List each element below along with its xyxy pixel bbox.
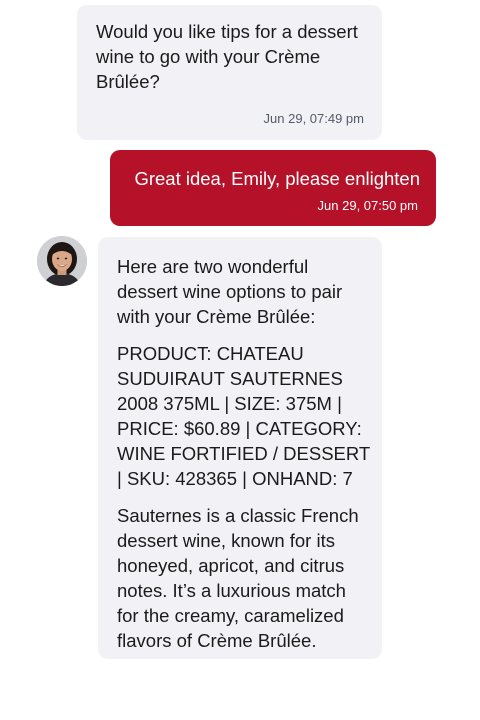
message-timestamp: Jun 29, 07:49 pm	[263, 111, 364, 126]
agent-avatar-photo	[37, 236, 87, 286]
chat-thread: Would you like tips for a dessert wine t…	[0, 0, 480, 720]
message-paragraph: Here are two wonderful dessert wine opti…	[117, 256, 343, 327]
incoming-message-bubble: Would you like tips for a dessert wine t…	[77, 5, 382, 140]
agent-avatar[interactable]	[37, 236, 87, 286]
message-text: Great idea, Emily, please enlighten	[134, 168, 420, 189]
message-paragraph: Sauternes is a classic French dessert wi…	[117, 505, 359, 651]
message-timestamp: Jun 29, 07:50 pm	[317, 198, 418, 213]
outgoing-message-bubble: Great idea, Emily, please enlighten Jun …	[110, 150, 436, 226]
product-details-paragraph: PRODUCT: CHATEAU SUDUIRAUT SAUTERNES 200…	[117, 343, 370, 489]
incoming-message-bubble: Here are two wonderful dessert wine opti…	[98, 237, 382, 659]
message-text: Would you like tips for a dessert wine t…	[96, 21, 358, 92]
